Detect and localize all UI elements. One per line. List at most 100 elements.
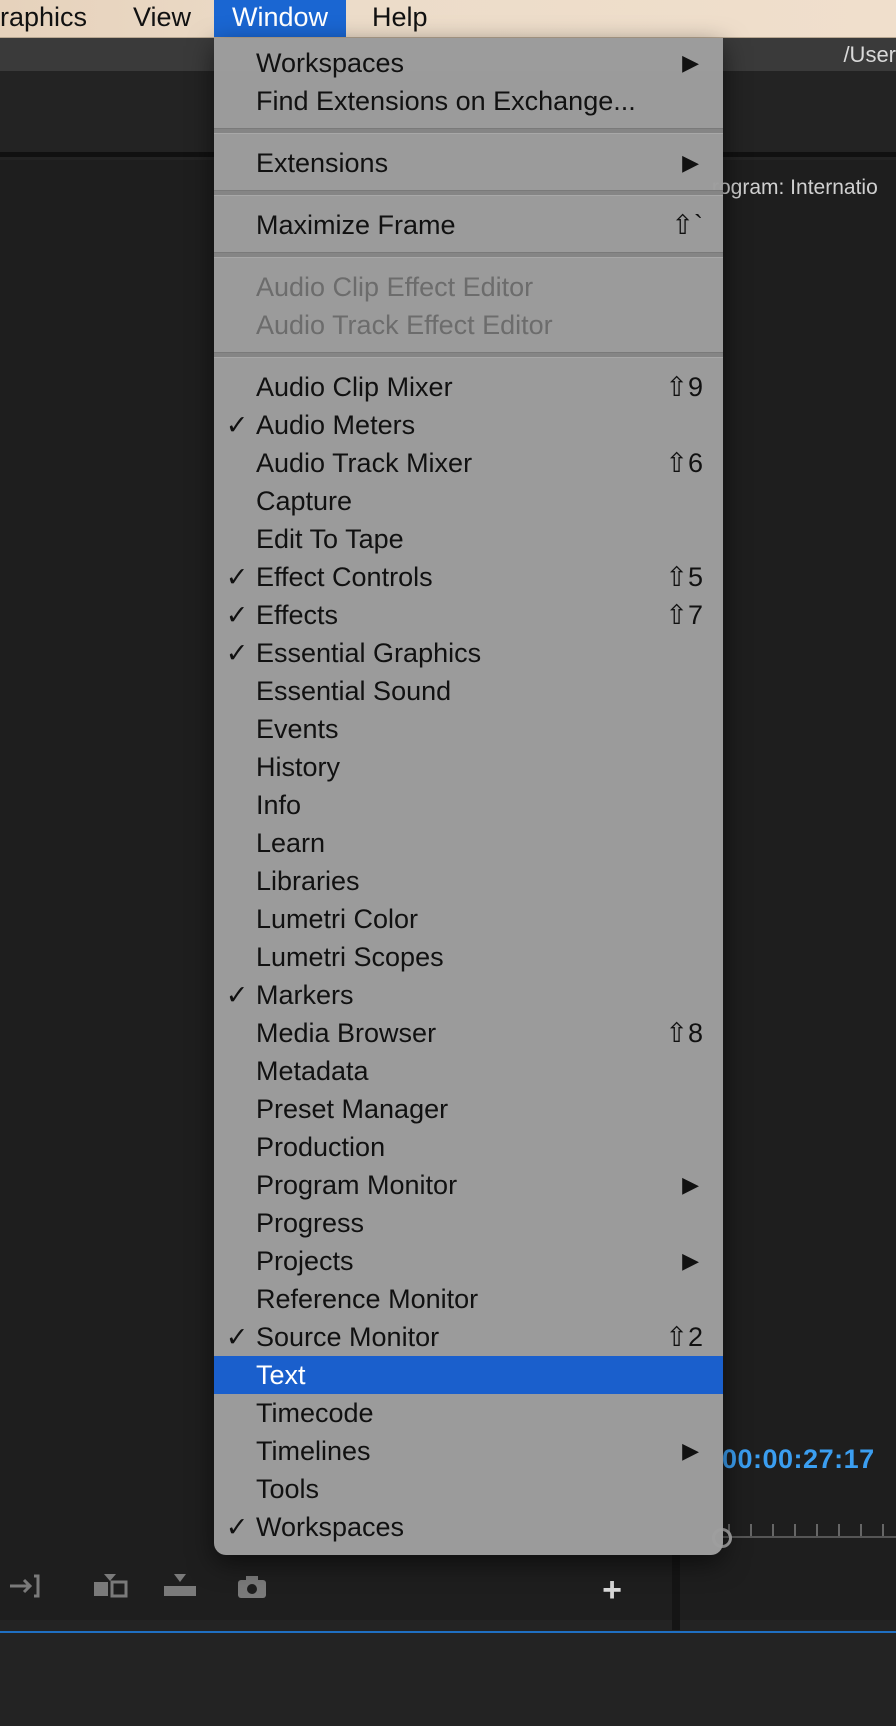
menu-item-audio-track-mixer[interactable]: Audio Track Mixer ⇧6 — [214, 444, 723, 482]
menu-item-find-extensions-on-exchange[interactable]: Find Extensions on Exchange... — [214, 82, 723, 120]
menu-item-label: Timelines — [256, 1436, 371, 1466]
menu-item-label: Maximize Frame — [256, 210, 456, 240]
menu-window[interactable]: Window — [214, 0, 347, 37]
checkmark-icon: ✓ — [225, 1512, 249, 1542]
submenu-arrow-icon: ▶ — [682, 1438, 699, 1463]
menu-item-source-monitor[interactable]: ✓ Source Monitor ⇧2 — [214, 1318, 723, 1356]
submenu-arrow-icon: ▶ — [682, 1172, 699, 1197]
menu-item-effect-controls[interactable]: ✓ Effect Controls ⇧5 — [214, 558, 723, 596]
mark-out-icon[interactable] — [8, 1572, 44, 1600]
menu-item-label: Effect Controls — [256, 562, 433, 592]
insert-icon[interactable] — [92, 1572, 128, 1600]
keyboard-shortcut: ⇧6 — [665, 448, 703, 478]
overwrite-icon[interactable] — [162, 1572, 198, 1600]
menu-item-label: Audio Meters — [256, 410, 416, 440]
menu-item-label: Find Extensions on Exchange... — [256, 86, 636, 116]
menu-item-tools[interactable]: Tools — [214, 1470, 723, 1508]
menu-item-label: History — [256, 752, 341, 782]
menu-item-label: Audio Track Effect Editor — [256, 310, 553, 340]
menu-item-label: Progress — [256, 1208, 365, 1238]
menu-item-label: Timecode — [256, 1398, 374, 1428]
menu-item-label: Projects — [256, 1246, 354, 1276]
menu-item-label: Learn — [256, 828, 326, 858]
time-ruler[interactable] — [720, 1514, 896, 1538]
menu-item-effects[interactable]: ✓ Effects ⇧7 — [214, 596, 723, 634]
menu-item-label: Markers — [256, 980, 354, 1010]
menu-item-label: Audio Clip Mixer — [256, 372, 453, 402]
menu-item-extensions[interactable]: Extensions ▶ — [214, 144, 723, 182]
menu-item-label: Libraries — [256, 866, 360, 896]
menu-item-label: Edit To Tape — [256, 524, 404, 554]
window-menu: Workspaces ▶ Find Extensions on Exchange..… — [214, 38, 723, 1555]
checkmark-icon: ✓ — [225, 600, 249, 630]
menu-item-text[interactable]: Text — [214, 1356, 723, 1394]
menu-separator — [214, 352, 723, 358]
menu-graphics[interactable]: raphics — [0, 0, 105, 37]
menu-item-essential-graphics[interactable]: ✓ Essential Graphics — [214, 634, 723, 672]
menu-item-label: Effects — [256, 600, 339, 630]
menu-item-label: Program Monitor — [256, 1170, 458, 1200]
menu-item-metadata[interactable]: Metadata — [214, 1052, 723, 1090]
menu-item-maximize-frame[interactable]: Maximize Frame ⇧` — [214, 206, 723, 244]
menu-item-label: Essential Graphics — [256, 638, 482, 668]
menu-item-essential-sound[interactable]: Essential Sound — [214, 672, 723, 710]
keyboard-shortcut: ⇧2 — [665, 1322, 703, 1352]
menu-item-media-browser[interactable]: Media Browser ⇧8 — [214, 1014, 723, 1052]
menu-item-label: Lumetri Color — [256, 904, 419, 934]
menu-item-label: Events — [256, 714, 339, 744]
menu-item-label: Preset Manager — [256, 1094, 449, 1124]
menu-item-label: Source Monitor — [256, 1322, 440, 1352]
menu-item-label: Extensions — [256, 148, 389, 178]
menu-item-audio-clip-mixer[interactable]: Audio Clip Mixer ⇧9 — [214, 368, 723, 406]
menu-item-program-monitor[interactable]: Program Monitor ▶ — [214, 1166, 723, 1204]
menu-item-projects[interactable]: Projects ▶ — [214, 1242, 723, 1280]
menu-item-libraries[interactable]: Libraries — [214, 862, 723, 900]
source-transport-controls — [0, 1552, 672, 1624]
menu-item-progress[interactable]: Progress — [214, 1204, 723, 1242]
checkmark-icon: ✓ — [225, 1322, 249, 1352]
menu-item-events[interactable]: Events — [214, 710, 723, 748]
menu-item-reference-monitor[interactable]: Reference Monitor — [214, 1280, 723, 1318]
playhead-timecode[interactable]: 00:00:27:17 — [722, 1444, 875, 1475]
menu-item-label: Workspaces — [256, 1512, 405, 1542]
submenu-arrow-icon: ▶ — [682, 150, 699, 175]
menu-item-audio-track-effect-editor: Audio Track Effect Editor — [214, 306, 723, 344]
add-icon[interactable]: + — [594, 1572, 630, 1608]
menu-item-production[interactable]: Production — [214, 1128, 723, 1166]
menu-item-timelines[interactable]: Timelines ▶ — [214, 1432, 723, 1470]
menu-item-capture[interactable]: Capture — [214, 482, 723, 520]
keyboard-shortcut: ⇧8 — [665, 1018, 703, 1048]
menu-item-label: Workspaces — [256, 48, 405, 78]
menu-view[interactable]: View — [115, 0, 209, 37]
keyboard-shortcut: ⇧7 — [665, 600, 703, 630]
menu-item-lumetri-color[interactable]: Lumetri Color — [214, 900, 723, 938]
menu-separator — [214, 190, 723, 196]
menu-item-label: Tools — [256, 1474, 320, 1504]
keyboard-shortcut: ⇧` — [671, 210, 703, 240]
menu-item-label: Media Browser — [256, 1018, 437, 1048]
keyboard-shortcut: ⇧9 — [665, 372, 703, 402]
menu-item-learn[interactable]: Learn — [214, 824, 723, 862]
menu-item-audio-clip-effect-editor: Audio Clip Effect Editor — [214, 268, 723, 306]
menu-item-timecode[interactable]: Timecode — [214, 1394, 723, 1432]
menu-item-workspaces[interactable]: ✓ Workspaces — [214, 1508, 723, 1546]
menu-item-lumetri-scopes[interactable]: Lumetri Scopes — [214, 938, 723, 976]
menu-item-label: Audio Clip Effect Editor — [256, 272, 534, 302]
menu-item-label: Essential Sound — [256, 676, 452, 706]
submenu-arrow-icon: ▶ — [682, 50, 699, 75]
menu-item-preset-manager[interactable]: Preset Manager — [214, 1090, 723, 1128]
submenu-arrow-icon: ▶ — [682, 1248, 699, 1273]
menu-help[interactable]: Help — [354, 0, 446, 37]
program-monitor-title[interactable]: rogram: Internatio — [712, 176, 878, 200]
menu-item-edit-to-tape[interactable]: Edit To Tape — [214, 520, 723, 558]
menu-item-markers[interactable]: ✓ Markers — [214, 976, 723, 1014]
checkmark-icon: ✓ — [225, 562, 249, 592]
menu-item-history[interactable]: History — [214, 748, 723, 786]
checkmark-icon: ✓ — [225, 638, 249, 668]
menu-item-label: Audio Track Mixer — [256, 448, 473, 478]
checkmark-icon: ✓ — [225, 980, 249, 1010]
menu-item-workspaces[interactable]: Workspaces ▶ — [214, 44, 723, 82]
menu-item-audio-meters[interactable]: ✓ Audio Meters — [214, 406, 723, 444]
menu-item-info[interactable]: Info — [214, 786, 723, 824]
export-frame-icon[interactable] — [234, 1572, 270, 1600]
